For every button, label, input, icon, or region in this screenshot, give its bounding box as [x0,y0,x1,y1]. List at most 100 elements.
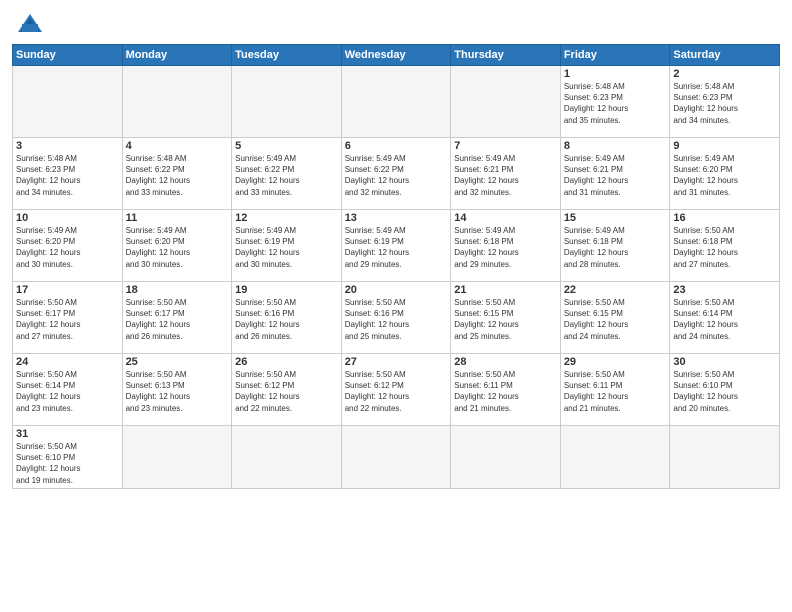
calendar-week-row: 10Sunrise: 5:49 AM Sunset: 6:20 PM Dayli… [13,210,780,282]
day-info: Sunrise: 5:50 AM Sunset: 6:14 PM Dayligh… [673,297,776,342]
day-info: Sunrise: 5:48 AM Sunset: 6:23 PM Dayligh… [16,153,119,198]
calendar-cell: 18Sunrise: 5:50 AM Sunset: 6:17 PM Dayli… [122,282,232,354]
day-number: 30 [673,356,776,368]
day-number: 7 [454,140,557,152]
calendar-cell: 24Sunrise: 5:50 AM Sunset: 6:14 PM Dayli… [13,354,123,426]
day-number: 2 [673,68,776,80]
calendar-cell: 31Sunrise: 5:50 AM Sunset: 6:10 PM Dayli… [13,426,123,489]
day-number: 25 [126,356,229,368]
day-number: 12 [235,212,338,224]
day-number: 26 [235,356,338,368]
weekday-header-tuesday: Tuesday [232,45,342,66]
calendar-cell: 15Sunrise: 5:49 AM Sunset: 6:18 PM Dayli… [560,210,670,282]
day-info: Sunrise: 5:50 AM Sunset: 6:12 PM Dayligh… [235,369,338,414]
calendar-cell: 19Sunrise: 5:50 AM Sunset: 6:16 PM Dayli… [232,282,342,354]
day-number: 3 [16,140,119,152]
calendar-cell: 10Sunrise: 5:49 AM Sunset: 6:20 PM Dayli… [13,210,123,282]
calendar-cell: 12Sunrise: 5:49 AM Sunset: 6:19 PM Dayli… [232,210,342,282]
day-number: 21 [454,284,557,296]
calendar-cell: 25Sunrise: 5:50 AM Sunset: 6:13 PM Dayli… [122,354,232,426]
calendar-cell [451,426,561,489]
calendar-cell: 9Sunrise: 5:49 AM Sunset: 6:20 PM Daylig… [670,138,780,210]
calendar-cell: 23Sunrise: 5:50 AM Sunset: 6:14 PM Dayli… [670,282,780,354]
calendar-cell [670,426,780,489]
day-info: Sunrise: 5:50 AM Sunset: 6:14 PM Dayligh… [16,369,119,414]
day-info: Sunrise: 5:50 AM Sunset: 6:11 PM Dayligh… [564,369,667,414]
calendar-cell [341,426,451,489]
day-info: Sunrise: 5:48 AM Sunset: 6:23 PM Dayligh… [673,81,776,126]
day-number: 11 [126,212,229,224]
calendar-cell: 5Sunrise: 5:49 AM Sunset: 6:22 PM Daylig… [232,138,342,210]
weekday-header-friday: Friday [560,45,670,66]
day-number: 29 [564,356,667,368]
calendar-cell [560,426,670,489]
calendar-cell: 22Sunrise: 5:50 AM Sunset: 6:15 PM Dayli… [560,282,670,354]
day-info: Sunrise: 5:49 AM Sunset: 6:20 PM Dayligh… [126,225,229,270]
calendar-cell: 8Sunrise: 5:49 AM Sunset: 6:21 PM Daylig… [560,138,670,210]
day-number: 13 [345,212,448,224]
calendar-cell: 16Sunrise: 5:50 AM Sunset: 6:18 PM Dayli… [670,210,780,282]
day-number: 15 [564,212,667,224]
day-info: Sunrise: 5:50 AM Sunset: 6:16 PM Dayligh… [235,297,338,342]
calendar-cell: 2Sunrise: 5:48 AM Sunset: 6:23 PM Daylig… [670,66,780,138]
day-number: 9 [673,140,776,152]
weekday-header-saturday: Saturday [670,45,780,66]
calendar-body: 1Sunrise: 5:48 AM Sunset: 6:23 PM Daylig… [13,66,780,489]
calendar-cell: 4Sunrise: 5:48 AM Sunset: 6:22 PM Daylig… [122,138,232,210]
calendar-cell: 27Sunrise: 5:50 AM Sunset: 6:12 PM Dayli… [341,354,451,426]
calendar-cell: 3Sunrise: 5:48 AM Sunset: 6:23 PM Daylig… [13,138,123,210]
day-number: 10 [16,212,119,224]
calendar-cell [122,426,232,489]
page: SundayMondayTuesdayWednesdayThursdayFrid… [0,0,792,612]
calendar-cell [341,66,451,138]
day-number: 1 [564,68,667,80]
day-number: 31 [16,428,119,440]
weekday-header-row: SundayMondayTuesdayWednesdayThursdayFrid… [13,45,780,66]
calendar-week-row: 1Sunrise: 5:48 AM Sunset: 6:23 PM Daylig… [13,66,780,138]
day-number: 14 [454,212,557,224]
day-info: Sunrise: 5:50 AM Sunset: 6:11 PM Dayligh… [454,369,557,414]
day-info: Sunrise: 5:48 AM Sunset: 6:23 PM Dayligh… [564,81,667,126]
day-info: Sunrise: 5:50 AM Sunset: 6:17 PM Dayligh… [126,297,229,342]
day-number: 4 [126,140,229,152]
day-info: Sunrise: 5:49 AM Sunset: 6:22 PM Dayligh… [235,153,338,198]
day-number: 27 [345,356,448,368]
calendar-cell: 11Sunrise: 5:49 AM Sunset: 6:20 PM Dayli… [122,210,232,282]
day-info: Sunrise: 5:50 AM Sunset: 6:15 PM Dayligh… [564,297,667,342]
calendar-cell: 13Sunrise: 5:49 AM Sunset: 6:19 PM Dayli… [341,210,451,282]
header [12,10,780,38]
day-info: Sunrise: 5:49 AM Sunset: 6:20 PM Dayligh… [16,225,119,270]
day-info: Sunrise: 5:49 AM Sunset: 6:19 PM Dayligh… [235,225,338,270]
day-number: 18 [126,284,229,296]
calendar-cell: 21Sunrise: 5:50 AM Sunset: 6:15 PM Dayli… [451,282,561,354]
day-info: Sunrise: 5:50 AM Sunset: 6:17 PM Dayligh… [16,297,119,342]
day-info: Sunrise: 5:49 AM Sunset: 6:19 PM Dayligh… [345,225,448,270]
calendar-cell: 26Sunrise: 5:50 AM Sunset: 6:12 PM Dayli… [232,354,342,426]
logo [12,10,52,38]
day-number: 17 [16,284,119,296]
day-number: 23 [673,284,776,296]
calendar-cell: 7Sunrise: 5:49 AM Sunset: 6:21 PM Daylig… [451,138,561,210]
calendar-cell [232,426,342,489]
day-info: Sunrise: 5:49 AM Sunset: 6:21 PM Dayligh… [454,153,557,198]
day-info: Sunrise: 5:49 AM Sunset: 6:20 PM Dayligh… [673,153,776,198]
weekday-header-monday: Monday [122,45,232,66]
calendar-table: SundayMondayTuesdayWednesdayThursdayFrid… [12,44,780,489]
day-number: 8 [564,140,667,152]
weekday-header-thursday: Thursday [451,45,561,66]
day-info: Sunrise: 5:50 AM Sunset: 6:16 PM Dayligh… [345,297,448,342]
calendar-week-row: 31Sunrise: 5:50 AM Sunset: 6:10 PM Dayli… [13,426,780,489]
generalblue-icon [12,10,48,38]
calendar-cell: 28Sunrise: 5:50 AM Sunset: 6:11 PM Dayli… [451,354,561,426]
day-info: Sunrise: 5:49 AM Sunset: 6:18 PM Dayligh… [564,225,667,270]
calendar-week-row: 17Sunrise: 5:50 AM Sunset: 6:17 PM Dayli… [13,282,780,354]
calendar-cell [122,66,232,138]
calendar-cell: 30Sunrise: 5:50 AM Sunset: 6:10 PM Dayli… [670,354,780,426]
calendar-cell: 14Sunrise: 5:49 AM Sunset: 6:18 PM Dayli… [451,210,561,282]
calendar-cell: 29Sunrise: 5:50 AM Sunset: 6:11 PM Dayli… [560,354,670,426]
calendar-cell [232,66,342,138]
day-number: 22 [564,284,667,296]
day-number: 6 [345,140,448,152]
calendar-cell: 20Sunrise: 5:50 AM Sunset: 6:16 PM Dayli… [341,282,451,354]
day-number: 19 [235,284,338,296]
